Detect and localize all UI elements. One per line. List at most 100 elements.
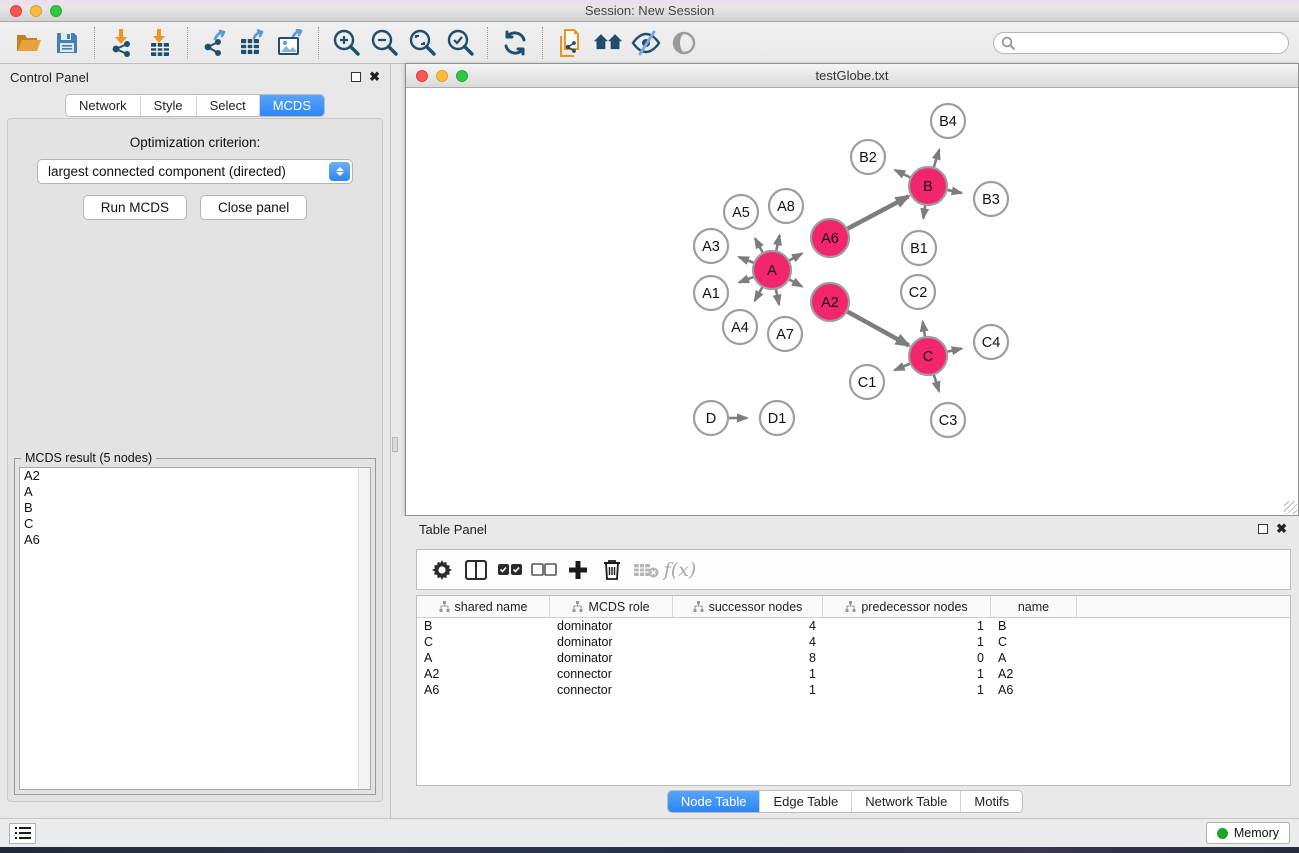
minimize-window-icon[interactable] xyxy=(30,5,42,17)
maximize-window-icon[interactable] xyxy=(50,5,62,17)
import-table-icon[interactable] xyxy=(145,28,175,58)
close-panel-button[interactable]: Close panel xyxy=(200,195,307,220)
clone-network-icon[interactable] xyxy=(555,28,585,58)
node-table[interactable]: shared nameMCDS rolesuccessor nodesprede… xyxy=(416,595,1291,786)
import-network-icon[interactable] xyxy=(107,28,137,58)
table-cell[interactable]: B xyxy=(417,618,550,634)
close-window-icon[interactable] xyxy=(10,5,22,17)
tab-mcds[interactable]: MCDS xyxy=(259,95,324,116)
table-cell[interactable]: A6 xyxy=(417,682,550,698)
split-view-icon[interactable] xyxy=(459,555,493,585)
function-builder-icon[interactable]: f(x) xyxy=(663,555,697,585)
float-panel-icon[interactable] xyxy=(351,72,361,82)
graph-node-A2[interactable]: A2 xyxy=(811,283,849,321)
table-cell[interactable]: A6 xyxy=(991,682,1077,698)
deselect-all-icon[interactable] xyxy=(527,555,561,585)
zoom-fit-icon[interactable] xyxy=(407,28,437,58)
search-input[interactable] xyxy=(993,32,1289,54)
result-scrollbar[interactable] xyxy=(358,468,370,789)
table-cell[interactable]: 0 xyxy=(823,650,991,666)
save-session-icon[interactable] xyxy=(52,28,82,58)
graph-node-A4[interactable]: A4 xyxy=(723,310,757,344)
table-row[interactable]: Cdominator41C xyxy=(417,634,1290,650)
graph-node-C[interactable]: C xyxy=(909,337,947,375)
zoom-out-icon[interactable] xyxy=(369,28,399,58)
table-cell[interactable]: 1 xyxy=(823,634,991,650)
table-cell[interactable]: connector xyxy=(550,666,673,682)
column-header-MCDS-role[interactable]: MCDS role xyxy=(550,596,673,617)
tab-network-table[interactable]: Network Table xyxy=(851,791,960,812)
table-row[interactable]: Adominator80A xyxy=(417,650,1290,666)
network-close-icon[interactable] xyxy=(416,70,428,82)
result-list-item[interactable]: C xyxy=(20,516,370,532)
delete-table-icon[interactable] xyxy=(629,555,663,585)
tab-select[interactable]: Select xyxy=(196,95,259,116)
tab-style[interactable]: Style xyxy=(140,95,196,116)
table-cell[interactable]: 4 xyxy=(673,634,823,650)
mcds-result-list[interactable]: A2ABCA6 xyxy=(19,467,371,790)
graph-node-B4[interactable]: B4 xyxy=(931,104,965,138)
table-cell[interactable]: B xyxy=(991,618,1077,634)
open-session-icon[interactable] xyxy=(14,28,44,58)
zoom-selected-icon[interactable] xyxy=(445,28,475,58)
graph-node-A[interactable]: A xyxy=(753,251,791,289)
criterion-dropdown[interactable]: largest connected component (directed) xyxy=(37,159,353,184)
show-all-icon[interactable] xyxy=(669,28,699,58)
export-table-icon[interactable] xyxy=(238,28,268,58)
graph-node-B3[interactable]: B3 xyxy=(974,182,1008,216)
export-image-icon[interactable] xyxy=(276,28,306,58)
task-history-icon[interactable] xyxy=(9,823,36,844)
table-cell[interactable]: 1 xyxy=(823,618,991,634)
tab-motifs[interactable]: Motifs xyxy=(960,791,1022,812)
float-table-panel-icon[interactable] xyxy=(1258,524,1268,534)
table-cell[interactable]: 1 xyxy=(823,682,991,698)
table-cell[interactable]: 1 xyxy=(673,682,823,698)
column-header-shared-name[interactable]: shared name xyxy=(417,596,550,617)
export-network-icon[interactable] xyxy=(200,28,230,58)
close-panel-icon[interactable]: ✖ xyxy=(369,72,380,82)
graph-node-A7[interactable]: A7 xyxy=(768,317,802,351)
table-cell[interactable]: A xyxy=(417,650,550,666)
graph-node-B[interactable]: B xyxy=(909,167,947,205)
graph-node-B1[interactable]: B1 xyxy=(902,231,936,265)
table-row[interactable]: A6connector11A6 xyxy=(417,682,1290,698)
table-cell[interactable]: dominator xyxy=(550,618,673,634)
column-header-name[interactable]: name xyxy=(991,596,1077,617)
result-list-item[interactable]: A6 xyxy=(20,532,370,548)
table-cell[interactable]: C xyxy=(991,634,1077,650)
select-all-icon[interactable] xyxy=(493,555,527,585)
resize-grip[interactable] xyxy=(1284,501,1297,514)
graph-node-A5[interactable]: A5 xyxy=(724,195,758,229)
table-cell[interactable]: dominator xyxy=(550,650,673,666)
table-cell[interactable]: 1 xyxy=(673,666,823,682)
graph-node-C2[interactable]: C2 xyxy=(901,275,935,309)
add-column-icon[interactable] xyxy=(561,555,595,585)
graph-node-D1[interactable]: D1 xyxy=(760,401,794,435)
graph-node-A6[interactable]: A6 xyxy=(811,219,849,257)
memory-button[interactable]: Memory xyxy=(1206,822,1290,844)
network-minimize-icon[interactable] xyxy=(436,70,448,82)
graph-node-C3[interactable]: C3 xyxy=(931,403,965,437)
refresh-icon[interactable] xyxy=(500,28,530,58)
table-cell[interactable]: A2 xyxy=(991,666,1077,682)
delete-icon[interactable] xyxy=(595,555,629,585)
table-cell[interactable]: A xyxy=(991,650,1077,666)
network-canvas[interactable]: B4B2BB3A5A8A6B1A3AA1C2A2A4A7C4CC1C3DD1 xyxy=(406,89,1298,515)
table-cell[interactable]: 8 xyxy=(673,650,823,666)
column-header-predecessor-nodes[interactable]: predecessor nodes xyxy=(823,596,991,617)
hide-selected-icon[interactable] xyxy=(631,28,661,58)
vertical-splitter-handle[interactable] xyxy=(392,437,398,452)
result-list-item[interactable]: B xyxy=(20,500,370,516)
table-row[interactable]: Bdominator41B xyxy=(417,618,1290,634)
result-list-item[interactable]: A xyxy=(20,484,370,500)
tab-edge-table[interactable]: Edge Table xyxy=(759,791,851,812)
graph-node-D[interactable]: D xyxy=(694,401,728,435)
graph-node-A3[interactable]: A3 xyxy=(694,229,728,263)
zoom-in-icon[interactable] xyxy=(331,28,361,58)
table-cell[interactable]: 4 xyxy=(673,618,823,634)
table-cell[interactable]: A2 xyxy=(417,666,550,682)
graph-node-B2[interactable]: B2 xyxy=(851,140,885,174)
network-maximize-icon[interactable] xyxy=(456,70,468,82)
column-header-successor-nodes[interactable]: successor nodes xyxy=(673,596,823,617)
graph-node-C1[interactable]: C1 xyxy=(850,365,884,399)
